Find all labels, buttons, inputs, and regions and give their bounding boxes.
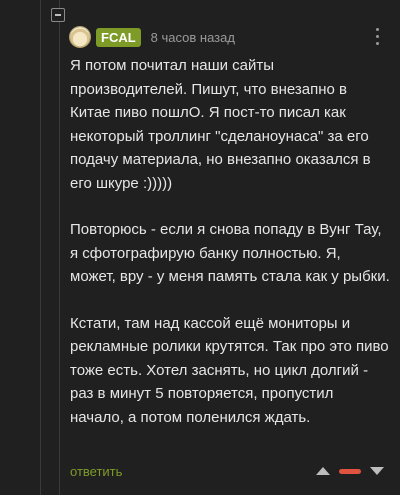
arrow-up-icon[interactable] xyxy=(316,467,330,475)
collapse-icon[interactable] xyxy=(51,8,65,22)
comment-body: Я потом почитал наши сайты производителе… xyxy=(70,54,390,429)
comment-time: 8 часов назад xyxy=(150,29,235,45)
comment-paragraph: Я потом почитал наши сайты производителе… xyxy=(70,57,371,192)
comment-paragraph: Повторюсь - если я снова попаду в Вунг Т… xyxy=(70,221,390,285)
comment: FCAL 8 часов назад Я потом почитал наши … xyxy=(70,20,390,452)
rating-bar xyxy=(339,468,361,474)
more-vertical-icon[interactable] xyxy=(376,28,380,46)
arrow-down-icon[interactable] xyxy=(370,467,384,475)
reply-link[interactable]: ответить xyxy=(70,464,122,479)
vote-controls xyxy=(316,467,384,475)
comment-header: FCAL 8 часов назад xyxy=(70,20,390,54)
avatar[interactable] xyxy=(70,27,90,47)
thread-line xyxy=(59,0,60,495)
author-name[interactable]: FCAL xyxy=(96,27,141,47)
comment-paragraph: Кстати, там над кассой ещё мониторы и ре… xyxy=(70,314,389,426)
comment-footer: ответить xyxy=(70,458,390,484)
thread-line-outer xyxy=(40,0,41,495)
